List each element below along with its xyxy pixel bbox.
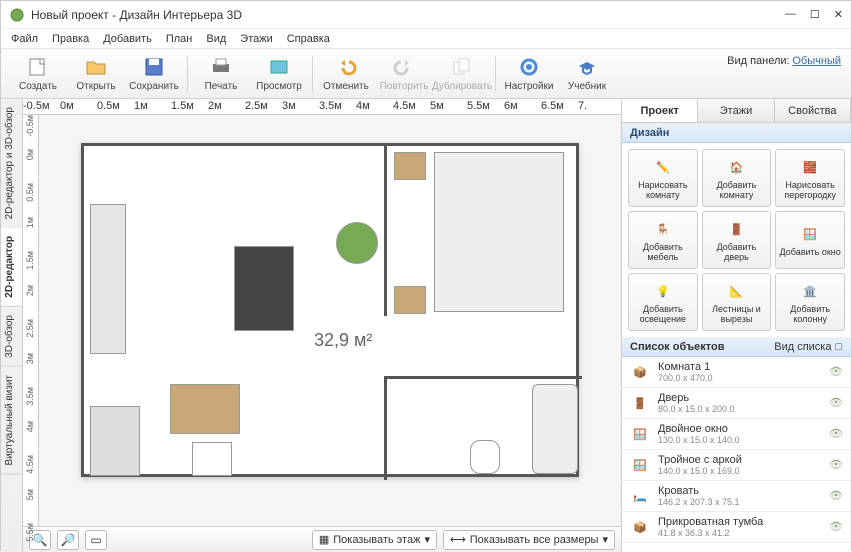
room-outline[interactable]: 32,9 м² xyxy=(81,143,579,477)
save-button[interactable]: Сохранить xyxy=(125,51,183,97)
add_furn-icon: 🪑 xyxy=(651,217,675,241)
grid-draw_room[interactable]: ✏️Нарисовать комнату xyxy=(628,149,698,207)
ruler-horizontal: -0.5м0м0.5м1м1.5м2м2.5м3м3.5м4м4.5м5м5.5… xyxy=(23,99,621,115)
object-item[interactable]: 📦Комната 1700.0 x 470.0👁 xyxy=(622,357,851,388)
draw_wall-icon: 🧱 xyxy=(798,155,822,179)
tab-project[interactable]: Проект xyxy=(622,99,698,122)
title-bar: Новый проект - Дизайн Интерьера 3D — ☐ ✕ xyxy=(1,1,851,29)
tutorial-button[interactable]: Учебник xyxy=(558,51,616,97)
left-tabs: 2D-редактор и 3D-обзор 2D-редактор 3D-об… xyxy=(1,99,23,552)
room-area-label: 32,9 м² xyxy=(314,330,372,351)
show-sizes-dropdown[interactable]: ⟷Показывать все размеры▾ xyxy=(443,530,615,550)
add_col-icon: 🏛️ xyxy=(798,279,822,303)
tab-2d[interactable]: 2D-редактор xyxy=(1,228,22,307)
redo-button[interactable]: Повторить xyxy=(375,51,433,97)
object-icon: 📦 xyxy=(630,362,650,382)
duplicate-button[interactable]: Дублировать xyxy=(433,51,491,97)
tv-stand[interactable] xyxy=(234,246,294,331)
sofa[interactable] xyxy=(90,204,126,354)
plant[interactable] xyxy=(336,222,378,264)
object-item[interactable]: 📦Прикроватная тумба41.8 x 36.3 x 41.2👁 xyxy=(622,512,851,543)
object-icon: 🛏️ xyxy=(630,486,650,506)
print-button[interactable]: Печать xyxy=(192,51,250,97)
object-icon: 🚪 xyxy=(630,393,650,413)
grid-add_room[interactable]: 🏠Добавить комнату xyxy=(702,149,772,207)
close-button[interactable]: ✕ xyxy=(834,8,843,21)
maximize-button[interactable]: ☐ xyxy=(810,8,820,21)
add_room-icon: 🏠 xyxy=(724,155,748,179)
bathtub[interactable] xyxy=(532,384,578,474)
menu-plan[interactable]: План xyxy=(166,33,193,45)
add_door-icon: 🚪 xyxy=(724,217,748,241)
object-icon: 📦 xyxy=(630,517,650,537)
object-item[interactable]: 🪟Тройное с аркой140.0 x 15.0 x 169.0👁 xyxy=(622,450,851,481)
tab-2d-3d[interactable]: 2D-редактор и 3D-обзор xyxy=(1,99,22,228)
bed[interactable] xyxy=(434,152,564,312)
add_window-icon: 🪟 xyxy=(798,222,822,246)
tab-3d[interactable]: 3D-обзор xyxy=(1,307,22,367)
visibility-icon[interactable]: 👁 xyxy=(829,427,843,441)
minimize-button[interactable]: — xyxy=(785,8,796,21)
fit-button[interactable]: ▭ xyxy=(85,530,107,550)
grid-stairs[interactable]: 📐Лестницы и вырезы xyxy=(702,273,772,331)
stairs-icon: 📐 xyxy=(724,279,748,303)
open-button[interactable]: Открыть xyxy=(67,51,125,97)
menu-bar: Файл Правка Добавить План Вид Этажи Спра… xyxy=(1,29,851,49)
menu-view[interactable]: Вид xyxy=(206,33,226,45)
app-icon xyxy=(9,7,25,23)
visibility-icon[interactable]: 👁 xyxy=(829,365,843,379)
grid-add_door[interactable]: 🚪Добавить дверь xyxy=(702,211,772,269)
settings-button[interactable]: Настройки xyxy=(500,51,558,97)
grid-add_window[interactable]: 🪟Добавить окно xyxy=(775,211,845,269)
object-item[interactable]: 🪟Двойное окно130.0 x 15.0 x 140.0👁 xyxy=(622,419,851,450)
grid-add_light[interactable]: 💡Добавить освещение xyxy=(628,273,698,331)
canvas-toolbar: 🔍 🔎 ▭ ▦Показывать этаж▾ ⟷Показывать все … xyxy=(23,526,621,552)
floor-plan-canvas[interactable]: 32,9 м² xyxy=(39,115,621,526)
object-item[interactable]: 🚪Дверь80.0 x 15.0 x 200.0👁 xyxy=(622,388,851,419)
objects-section-header: Список объектов Вид списка ▢ xyxy=(622,337,851,357)
table[interactable] xyxy=(170,384,240,434)
show-floor-dropdown[interactable]: ▦Показывать этаж▾ xyxy=(312,530,437,550)
draw_room-icon: ✏️ xyxy=(651,155,675,179)
menu-edit[interactable]: Правка xyxy=(52,33,89,45)
menu-add[interactable]: Добавить xyxy=(103,33,152,45)
zoom-out-button[interactable]: 🔎 xyxy=(57,530,79,550)
tab-virtual[interactable]: Виртуальный визит xyxy=(1,367,22,475)
nightstand-1[interactable] xyxy=(394,152,426,180)
object-icon: 🪟 xyxy=(630,455,650,475)
grid-add_furn[interactable]: 🪑Добавить мебель xyxy=(628,211,698,269)
menu-help[interactable]: Справка xyxy=(287,33,330,45)
grid-draw_wall[interactable]: 🧱Нарисовать перегородку xyxy=(775,149,845,207)
toilet[interactable] xyxy=(470,440,500,474)
panel-view-toggle: Вид панели: Обычный xyxy=(727,55,841,67)
undo-button[interactable]: Отменить xyxy=(317,51,375,97)
visibility-icon[interactable]: 👁 xyxy=(829,489,843,503)
preview-button[interactable]: Просмотр xyxy=(250,51,308,97)
visibility-icon[interactable]: 👁 xyxy=(829,458,843,472)
toolbar: Создать Открыть Сохранить Печать Просмот… xyxy=(1,49,851,99)
design-section-header: Дизайн xyxy=(622,123,851,143)
object-icon: 🪟 xyxy=(630,424,650,444)
ruler-vertical: -0.5м0м0.5м1м1.5м2м2.5м3м3.5м4м4.5м5м5.5… xyxy=(23,115,39,526)
nightstand-2[interactable] xyxy=(394,286,426,314)
add_light-icon: 💡 xyxy=(651,279,675,303)
object-item[interactable]: 🛏️Кровать146.2 x 207.3 x 75.1👁 xyxy=(622,481,851,512)
tab-properties[interactable]: Свойства xyxy=(775,99,851,122)
right-panel: Проект Этажи Свойства Дизайн ✏️Нарисоват… xyxy=(621,99,851,552)
grid-add_col[interactable]: 🏛️Добавить колонну xyxy=(775,273,845,331)
tab-floors[interactable]: Этажи xyxy=(698,99,774,122)
list-view-toggle[interactable]: Вид списка ▢ xyxy=(774,341,843,353)
menu-file[interactable]: Файл xyxy=(11,33,38,45)
stove[interactable] xyxy=(192,442,232,476)
window-title: Новый проект - Дизайн Интерьера 3D xyxy=(31,8,785,22)
kitchen-counter[interactable] xyxy=(90,406,140,476)
panel-mode-link[interactable]: Обычный xyxy=(792,55,841,67)
visibility-icon[interactable]: 👁 xyxy=(829,520,843,534)
menu-floors[interactable]: Этажи xyxy=(240,33,272,45)
visibility-icon[interactable]: 👁 xyxy=(829,396,843,410)
create-button[interactable]: Создать xyxy=(9,51,67,97)
